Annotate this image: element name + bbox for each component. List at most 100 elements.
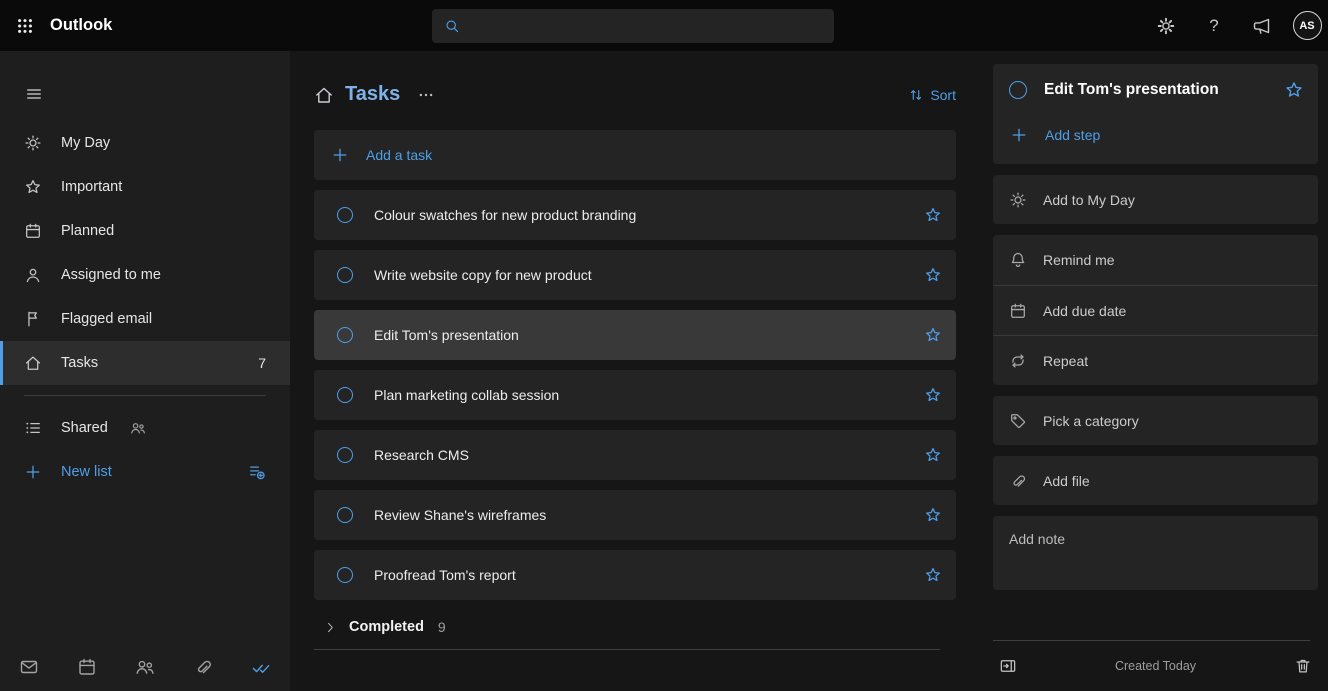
topbar: Outlook ? AS (0, 0, 1328, 51)
task-row[interactable]: Colour swatches for new product branding (314, 190, 956, 240)
plus-icon (1010, 126, 1028, 144)
task-row[interactable]: Plan marketing collab session (314, 370, 956, 420)
topbar-actions: ? AS (1142, 0, 1328, 51)
detail-action-remind-me[interactable]: Remind me (993, 235, 1318, 285)
task-row[interactable]: Write website copy for new product (314, 250, 956, 300)
delete-task-button[interactable] (1288, 651, 1318, 681)
people-app-button[interactable] (135, 657, 155, 677)
app-launcher-button[interactable] (0, 0, 50, 51)
task-row[interactable]: Review Shane's wireframes (314, 490, 956, 540)
hide-detail-button[interactable] (993, 651, 1023, 681)
search-icon (444, 18, 460, 34)
task-list: Colour swatches for new product branding… (314, 190, 956, 600)
list-options-button[interactable] (416, 85, 436, 105)
detail-action-repeat[interactable]: Repeat (993, 335, 1318, 385)
sun-icon (1009, 191, 1027, 209)
task-row[interactable]: Proofread Tom's report (314, 550, 956, 600)
chevron-right-icon (324, 621, 337, 634)
search-input[interactable] (468, 18, 822, 34)
files-app-button[interactable] (193, 657, 213, 677)
page-title: Tasks (345, 83, 400, 106)
tag-icon (1009, 412, 1027, 430)
settings-button[interactable] (1142, 0, 1190, 51)
task-title: Write website copy for new product (374, 267, 924, 283)
complete-task-circle[interactable] (337, 507, 353, 523)
completed-toggle[interactable]: Completed 9 (314, 619, 956, 635)
detail-action-add-due-date[interactable]: Add due date (993, 285, 1318, 335)
person-icon (24, 266, 42, 284)
hamburger-icon (25, 85, 43, 103)
calendar-app-button[interactable] (77, 657, 97, 677)
complete-task-circle[interactable] (337, 207, 353, 223)
add-to-my-day-button[interactable]: Add to My Day (993, 175, 1318, 224)
sort-button[interactable]: Sort (908, 87, 956, 103)
sidebar-nav: My Day Important Planned (0, 121, 290, 385)
add-step-button[interactable]: Add step (1009, 126, 1304, 144)
sort-icon (908, 87, 924, 103)
sidebar-item-flagged-email[interactable]: Flagged email (0, 297, 290, 341)
mail-icon (19, 657, 39, 677)
add-task-input[interactable]: Add a task (314, 130, 956, 180)
sidebar-item-my-day[interactable]: My Day (0, 121, 290, 165)
question-mark-icon: ? (1209, 16, 1218, 36)
favorite-star-icon[interactable] (924, 446, 942, 464)
complete-task-circle[interactable] (337, 267, 353, 283)
sidebar-item-shared[interactable]: Shared (0, 406, 290, 450)
paperclip-icon (1009, 472, 1027, 490)
home-icon (314, 85, 334, 105)
favorite-star-icon[interactable] (924, 506, 942, 524)
task-title: Edit Tom's presentation (374, 327, 924, 343)
hide-pane-icon (999, 657, 1017, 675)
complete-task-circle[interactable] (337, 567, 353, 583)
task-title: Colour swatches for new product branding (374, 207, 924, 223)
account-button[interactable]: AS (1286, 0, 1328, 51)
favorite-star-icon[interactable] (1284, 80, 1304, 100)
complete-task-circle[interactable] (1009, 81, 1027, 99)
plus-icon (331, 146, 349, 164)
task-row[interactable]: Edit Tom's presentation (314, 310, 956, 360)
gear-icon (1156, 16, 1176, 36)
paperclip-icon (193, 657, 213, 677)
sidebar-item-tasks[interactable]: Tasks 7 (0, 341, 290, 385)
action-label: Add file (1043, 473, 1090, 489)
action-label: Add due date (1043, 303, 1126, 319)
complete-task-circle[interactable] (337, 447, 353, 463)
complete-task-circle[interactable] (337, 387, 353, 403)
favorite-star-icon[interactable] (924, 386, 942, 404)
action-label: Add to My Day (1043, 192, 1135, 208)
megaphone-icon (1252, 16, 1272, 36)
favorite-star-icon[interactable] (924, 206, 942, 224)
people-icon (135, 657, 155, 677)
sidebar-item-important[interactable]: Important (0, 165, 290, 209)
task-title: Research CMS (374, 447, 924, 463)
todo-app-button[interactable] (251, 657, 271, 677)
new-list-button[interactable]: New list (0, 450, 290, 494)
help-button[interactable]: ? (1190, 0, 1238, 51)
detail-action-add-file[interactable]: Add file (993, 456, 1318, 505)
todo-check-icon (251, 657, 271, 677)
favorite-star-icon[interactable] (924, 266, 942, 284)
add-note-input[interactable]: Add note (993, 516, 1318, 590)
list-count: 7 (258, 355, 266, 371)
calendar-icon (24, 222, 42, 240)
sidebar-toggle-button[interactable] (25, 85, 43, 103)
detail-action-pick-a-category[interactable]: Pick a category (993, 396, 1318, 445)
sidebar-item-planned[interactable]: Planned (0, 209, 290, 253)
ellipsis-icon (418, 87, 434, 103)
add-step-label: Add step (1045, 127, 1100, 143)
favorite-star-icon[interactable] (924, 326, 942, 344)
sidebar-item-assigned-to-me[interactable]: Assigned to me (0, 253, 290, 297)
star-icon (24, 178, 42, 196)
complete-task-circle[interactable] (337, 327, 353, 343)
task-detail-title[interactable]: Edit Tom's presentation (1044, 81, 1267, 99)
task-row[interactable]: Research CMS (314, 430, 956, 480)
new-group-icon[interactable] (248, 463, 266, 481)
search-box[interactable] (432, 9, 834, 43)
waffle-icon (16, 17, 34, 35)
mail-app-button[interactable] (19, 657, 39, 677)
feedback-button[interactable] (1238, 0, 1286, 51)
sidebar-divider (24, 395, 266, 396)
favorite-star-icon[interactable] (924, 566, 942, 584)
created-date: Created Today (1023, 659, 1288, 673)
sun-icon (24, 134, 42, 152)
